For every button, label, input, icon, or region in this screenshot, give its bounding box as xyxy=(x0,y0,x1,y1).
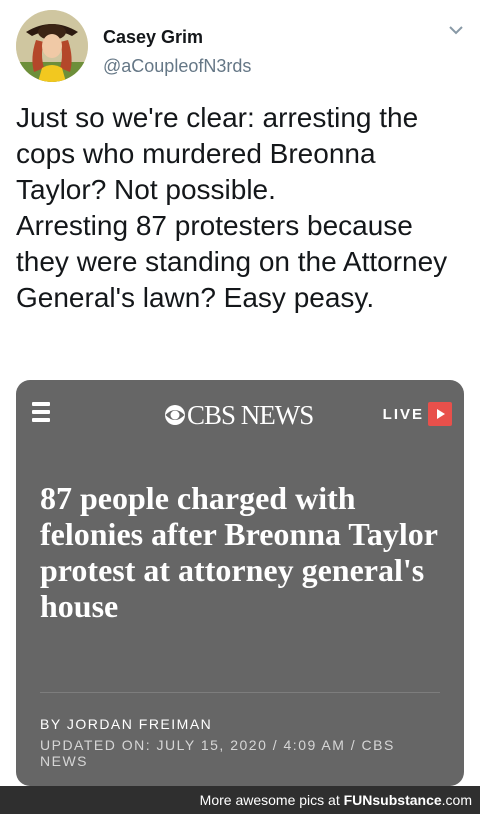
display-name[interactable]: Casey Grim xyxy=(103,27,203,48)
live-button[interactable]: LIVE xyxy=(383,402,452,426)
tweet-text: Just so we're clear: arresting the cops … xyxy=(16,102,448,313)
footer-suffix: .com xyxy=(441,792,472,808)
watermark-footer: More awesome pics at FUNsubstance.com xyxy=(0,786,480,814)
article-byline: BY JORDAN FREIMAN xyxy=(40,716,213,732)
menu-icon[interactable] xyxy=(32,402,50,424)
cbs-header-bar: CBS NEWS LIVE xyxy=(16,380,464,446)
article-updated: UPDATED ON: JULY 15, 2020 / 4:09 AM / CB… xyxy=(40,737,395,769)
footer-brand: FUNsubstance xyxy=(343,792,442,808)
avatar-image xyxy=(16,10,88,82)
play-icon xyxy=(428,402,452,426)
divider xyxy=(40,692,440,693)
cbs-brand-text: CBS NEWS xyxy=(187,399,314,430)
cbs-news-logo[interactable]: CBS NEWS xyxy=(164,398,314,432)
avatar[interactable] xyxy=(16,10,88,82)
footer-prefix: More awesome pics at xyxy=(199,792,344,808)
chevron-down-icon[interactable] xyxy=(446,20,466,40)
footer-text: More awesome pics at FUNsubstance.com xyxy=(200,792,472,808)
news-card[interactable]: CBS NEWS LIVE 87 people charged with fel… xyxy=(16,380,464,786)
article-headline[interactable]: 87 people charged with felonies after Br… xyxy=(40,480,450,624)
cbs-eye-icon xyxy=(165,405,185,425)
user-handle[interactable]: @aCoupleofN3rds xyxy=(103,56,251,77)
live-label: LIVE xyxy=(382,405,424,423)
tweet-header: Casey Grim @aCoupleofN3rds xyxy=(16,10,466,86)
